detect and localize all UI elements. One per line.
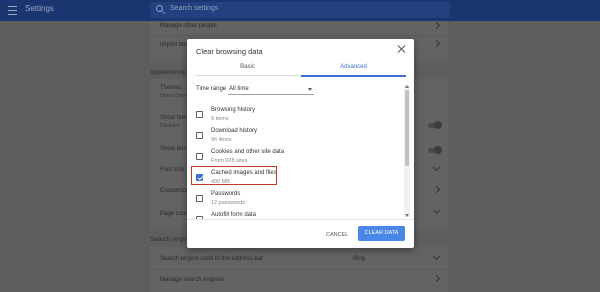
divider	[150, 35, 448, 36]
scroll-thumb[interactable]	[405, 90, 409, 166]
close-icon[interactable]	[398, 45, 406, 53]
time-range-label: Time range	[196, 86, 227, 92]
active-tab-indicator	[301, 75, 406, 77]
dialog-tabs: Basic Advanced	[195, 61, 406, 77]
list-item-browsing-history[interactable]: Browsing history 9 items	[196, 106, 396, 128]
search-box[interactable]: Search settings	[150, 2, 450, 18]
item-label: Passwords	[211, 191, 241, 197]
search-engine-heading: Search engine	[150, 236, 192, 243]
appearance-heading: Appearance	[150, 69, 186, 76]
item-label: Cookies and other site data	[211, 149, 285, 155]
list-scrollbar[interactable]	[404, 85, 410, 217]
dropdown-arrow-icon	[308, 88, 312, 91]
selection-highlight	[191, 166, 277, 185]
cookies-checkbox[interactable]	[196, 153, 203, 160]
scroll-up-arrow-icon[interactable]	[405, 85, 409, 88]
data-type-list: Browsing history 9 items Download histor…	[187, 102, 402, 220]
divider	[150, 269, 448, 270]
list-item-download-history[interactable]: Download history 96 items	[196, 127, 396, 149]
page-zoom-row[interactable]: Page zoom	[160, 211, 190, 217]
item-label: Browsing history	[211, 107, 256, 113]
cancel-button[interactable]: CANCEL	[322, 228, 352, 242]
dialog-title: Clear browsing data	[196, 47, 263, 56]
bookmarks-bar-toggle[interactable]	[428, 146, 442, 154]
search-input[interactable]: Search settings	[170, 5, 218, 12]
clear-data-button[interactable]: CLEAR DATA	[358, 226, 405, 241]
item-label: Autofill form data	[211, 212, 257, 218]
item-detail: 9 items	[211, 116, 229, 122]
search-icon	[156, 5, 163, 12]
dialog-footer-divider	[187, 219, 414, 220]
app-title: Settings	[25, 4, 54, 13]
item-detail: 12 passwords	[211, 200, 245, 206]
item-label: Download history	[211, 128, 258, 134]
tab-basic[interactable]: Basic	[195, 64, 300, 76]
item-detail: 96 items	[211, 137, 232, 143]
menu-icon[interactable]	[8, 6, 17, 15]
download-history-checkbox[interactable]	[196, 132, 203, 139]
font-size-row[interactable]: Font size	[160, 167, 184, 173]
manage-people-row[interactable]: Manage other people	[160, 23, 217, 29]
clear-browsing-data-dialog: Clear browsing data Basic Advanced Time …	[187, 39, 414, 248]
time-range-value: All time	[229, 86, 249, 92]
time-range-select[interactable]: All time	[228, 83, 314, 95]
browsing-history-checkbox[interactable]	[196, 111, 203, 118]
settings-header: Settings Search settings	[0, 0, 600, 21]
search-engine-row[interactable]: Search engine used in the address bar	[160, 256, 263, 262]
home-button-toggle[interactable]	[428, 121, 442, 129]
item-detail: From 928 sites	[211, 158, 248, 164]
search-engine-select[interactable]: Bing	[353, 256, 365, 262]
list-item-passwords[interactable]: Passwords 12 passwords	[196, 190, 396, 212]
manage-search-engines-row[interactable]: Manage search engines	[160, 277, 224, 283]
scroll-down-arrow-icon[interactable]	[405, 214, 409, 217]
passwords-checkbox[interactable]	[196, 195, 203, 202]
